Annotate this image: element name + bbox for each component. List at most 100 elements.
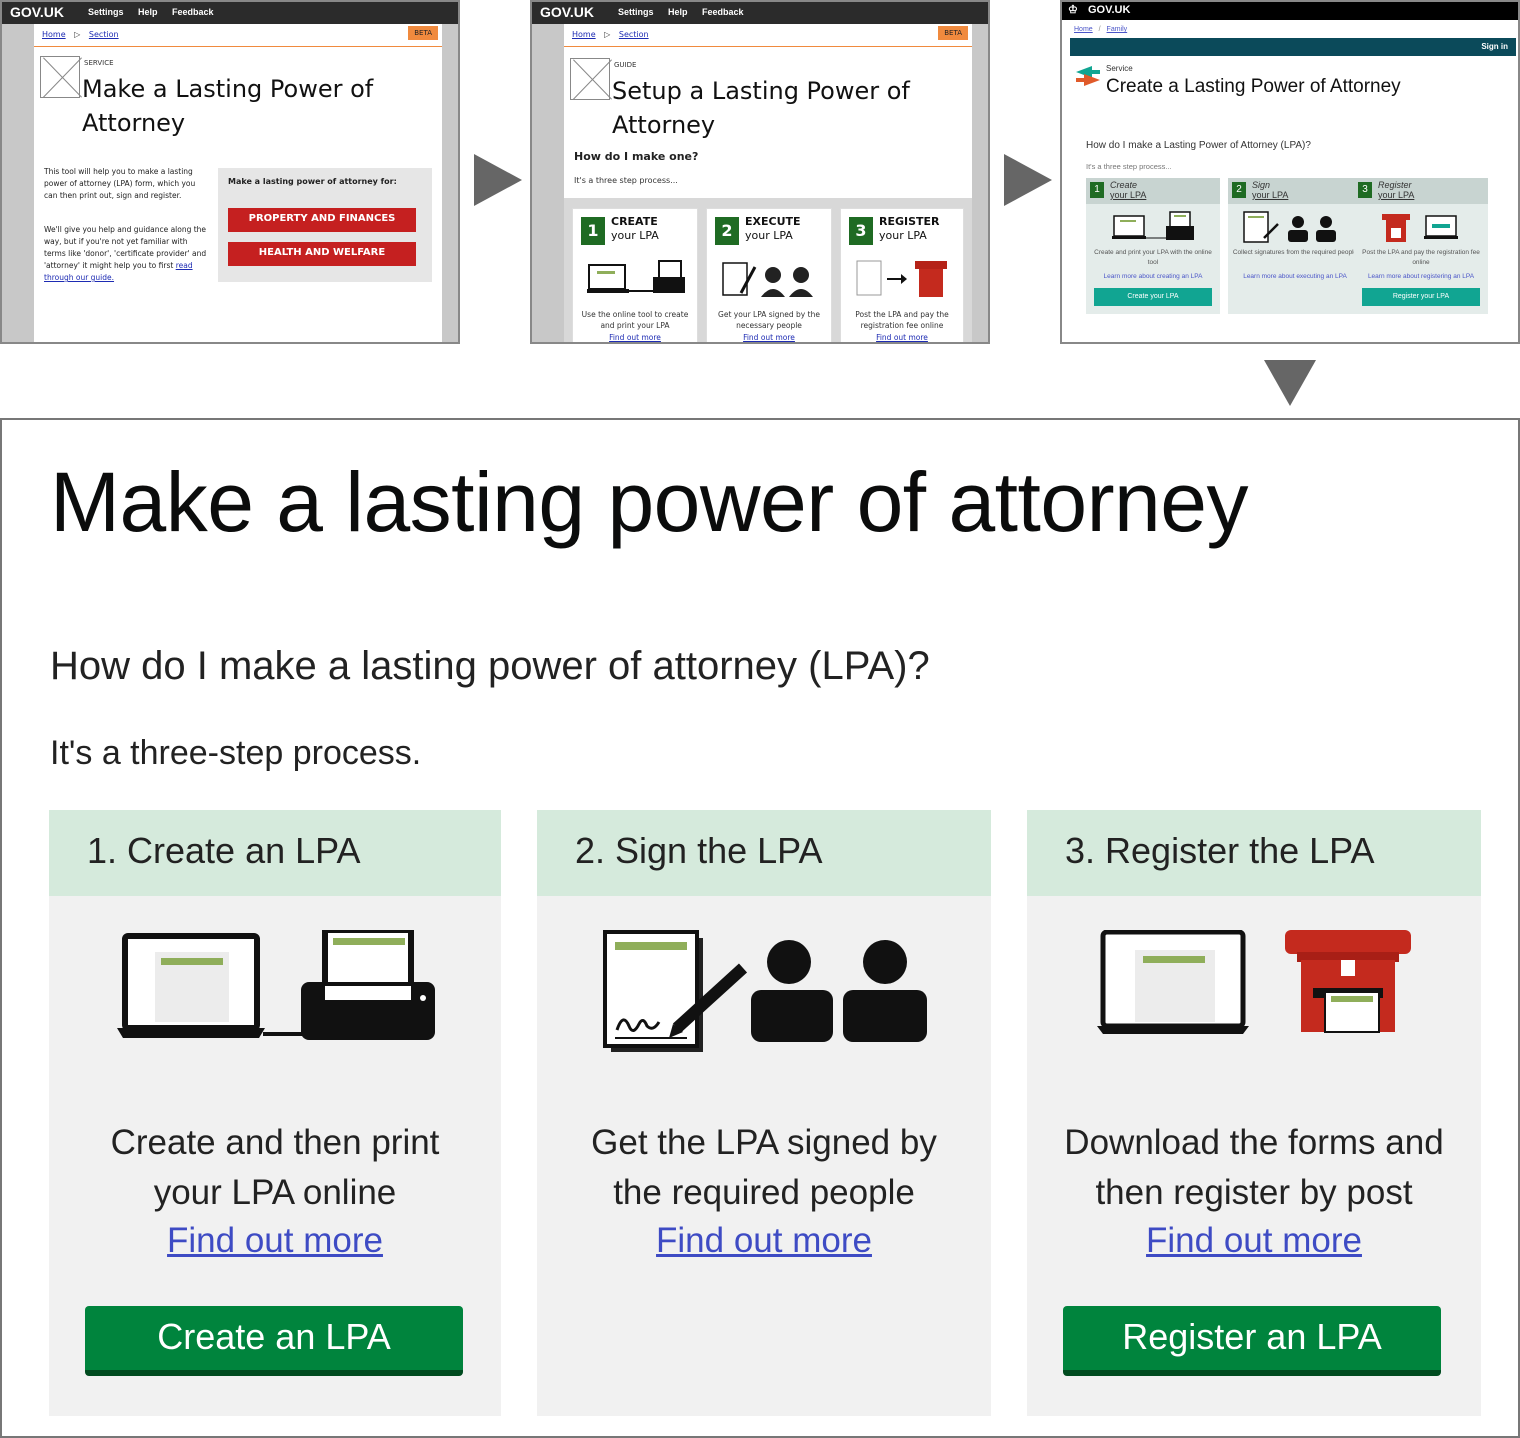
step-description: Create and then print your LPA online [69, 1118, 481, 1218]
step-description-line2: then register by post [1095, 1173, 1413, 1212]
breadcrumb-family[interactable]: Family [1107, 26, 1128, 33]
step-number: 1 [1090, 182, 1104, 198]
step-card-register: 3. Register the LPA Download the forms a… [1027, 810, 1481, 1416]
create-your-lpa-button[interactable]: Create your LPA [1094, 288, 1212, 306]
nav-feedback[interactable]: Feedback [172, 7, 214, 17]
step-number: 3 [849, 217, 873, 245]
breadcrumb: Home / Family [1074, 26, 1127, 33]
find-out-more-link[interactable]: Find out more [573, 333, 697, 342]
step-header: 2. Sign the LPA [537, 810, 991, 896]
beta-badge: BETA [408, 26, 438, 40]
breadcrumb-separator-icon: / [1098, 26, 1101, 33]
learn-more-link[interactable]: Learn more about executing an LPA [1232, 272, 1358, 282]
gutter-right [972, 24, 988, 342]
step-noun: your LPA [611, 229, 659, 242]
breadcrumb: Home ▷ Section [42, 30, 125, 39]
step-heading: CREATE your LPA [611, 215, 659, 243]
step-card-create: 1 CREATE your LPA Use the online tool to … [572, 208, 698, 342]
step-description: Create and print your LPA with the onlin… [1094, 249, 1212, 266]
step-header: 1 Create your LPA [1086, 178, 1220, 204]
sign-in-link[interactable]: Sign in [1481, 42, 1508, 51]
nav-feedback[interactable]: Feedback [702, 7, 744, 17]
image-placeholder-icon [40, 56, 80, 98]
breadcrumb-section[interactable]: Section [619, 30, 649, 39]
step-verb: REGISTER [879, 215, 940, 228]
step-verb: CREATE [611, 215, 658, 228]
find-out-more-link[interactable]: Find out more [707, 333, 831, 342]
step-heading: Create your LPA [1110, 180, 1146, 200]
govuk-logo[interactable]: GOV.UK [10, 4, 64, 20]
step-description: Post the LPA and pay the registration fe… [855, 310, 949, 330]
step-noun: your LPA [745, 229, 793, 242]
nav-help[interactable]: Help [668, 7, 688, 17]
signature-and-people-icon [1243, 211, 1336, 243]
breadcrumb-home[interactable]: Home [42, 30, 66, 39]
laptop-and-printer-icon [117, 930, 435, 1040]
beta-badge: BETA [938, 26, 968, 40]
find-out-more-link[interactable]: Find out more [1027, 1218, 1481, 1264]
kicker: GUIDE [614, 61, 637, 69]
arrow-right-icon [1004, 154, 1052, 206]
step-card-sign: 2. Sign the LPA Get the LPA signed by th… [537, 810, 991, 1416]
step-header: 2 Sign your LPA [1228, 178, 1362, 204]
step-description-line1: Get the LPA signed by [591, 1123, 937, 1162]
step-heading: REGISTER your LPA [879, 215, 940, 243]
step-verb: Create [1110, 180, 1138, 190]
page-title: Make a lasting power of attorney [50, 455, 1248, 549]
crown-icon: ♔ [1068, 4, 1078, 16]
learn-more-link[interactable]: Learn more about creating an LPA [1090, 272, 1216, 282]
breadcrumb-home[interactable]: Home [1074, 26, 1093, 33]
health-welfare-button[interactable]: HEALTH AND WELFARE [228, 242, 416, 266]
how-subtext: It's a three-step process. [50, 734, 422, 772]
gutter-left [532, 24, 564, 342]
wireframe-v1: GOV.UK Settings Help Feedback Home ▷ Sec… [0, 0, 460, 344]
kicker: SERVICE [84, 59, 114, 67]
wireframe-v2: GOV.UK Settings Help Feedback Home ▷ Sec… [530, 0, 990, 344]
letter-and-postbox-icon [856, 260, 947, 297]
govuk-logo[interactable]: GOV.UK [540, 4, 594, 20]
step-description-line2: your LPA online [153, 1173, 397, 1212]
page-body: Home ▷ Section BETA GUIDE Setup a Lastin… [564, 24, 972, 342]
step-noun: your LPA [1110, 190, 1147, 200]
register-lpa-button[interactable]: Register an LPA [1063, 1306, 1441, 1376]
breadcrumb-section[interactable]: Section [89, 30, 119, 39]
step-heading: 2. Sign the LPA [575, 830, 823, 871]
step-card-register: 3 REGISTER your LPA Post the LPA and pay … [840, 208, 964, 342]
nav-settings[interactable]: Settings [618, 7, 654, 17]
step-heading: 1. Create an LPA [87, 830, 361, 871]
guidance-text: We'll give you help and guidance along t… [44, 224, 210, 284]
step-description: Download the forms and then register by … [1047, 1118, 1461, 1218]
how-subtext: It's a three step process... [1086, 162, 1172, 171]
govuk-logo[interactable]: GOV.UK [1088, 4, 1130, 16]
register-your-lpa-button[interactable]: Register your LPA [1362, 288, 1480, 306]
step-noun: your LPA [1252, 190, 1289, 200]
nav-help[interactable]: Help [138, 7, 158, 17]
step-card-execute: 2 EXECUTE your LPA Get your LPA signed by… [706, 208, 832, 342]
breadcrumb: Home ▷ Section [572, 30, 655, 39]
find-out-more-link[interactable]: Find out more [841, 333, 963, 342]
gutter-right [442, 24, 458, 342]
divider [564, 46, 972, 47]
find-out-more-link[interactable]: Find out more [49, 1218, 501, 1264]
property-finances-button[interactable]: PROPERTY AND FINANCES [228, 208, 416, 232]
learn-more-link[interactable]: Learn more about registering an LPA [1358, 272, 1484, 282]
arrow-down-icon [1264, 360, 1316, 406]
page-title: Make a Lasting Power of Attorney [82, 75, 374, 137]
step-description: Collect signatures from the required peo… [1232, 249, 1358, 256]
panel-heading: Make a lasting power of attorney for: [228, 177, 397, 186]
step-description-line2: the required people [613, 1173, 915, 1212]
breadcrumb-home[interactable]: Home [572, 30, 596, 39]
step-card-create: 1 Create your LPA Create and print your L… [1086, 178, 1220, 314]
signature-and-people-icon [603, 930, 927, 1052]
step-heading: Sign your LPA [1252, 180, 1288, 200]
step-card-sign: 2 Sign your LPA Collect signatures from t… [1228, 178, 1362, 314]
prototype-v3: ♔ GOV.UK Home / Family Sign in Service C… [1060, 0, 1520, 344]
find-out-more-link[interactable]: Find out more [537, 1218, 991, 1264]
step-card-register: 3 Register your LPA Post the LPA and pay … [1354, 178, 1488, 314]
govuk-header: ♔ GOV.UK [1062, 2, 1518, 20]
arrow-right-icon [474, 154, 522, 206]
step-heading: EXECUTE your LPA [745, 215, 801, 243]
breadcrumb-separator-icon: ▷ [604, 30, 611, 39]
nav-settings[interactable]: Settings [88, 7, 124, 17]
create-lpa-button[interactable]: Create an LPA [85, 1306, 463, 1376]
